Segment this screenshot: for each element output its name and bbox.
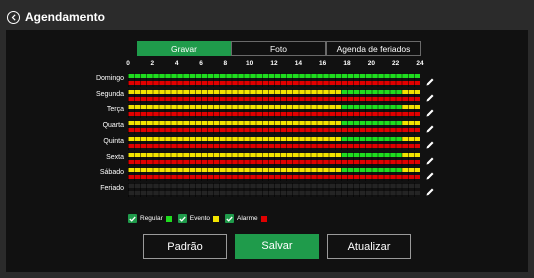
legend-label-event: Evento	[189, 215, 211, 222]
tab-bar: Gravar Foto Agenda de feriados	[137, 41, 421, 56]
tab-snapshot[interactable]: Foto	[231, 41, 326, 56]
hour-label: 8	[223, 60, 228, 67]
alarm-segment	[128, 81, 420, 85]
hour-label: 4	[174, 60, 179, 67]
checkmark-icon	[226, 216, 233, 222]
schedule-row[interactable]	[128, 73, 420, 87]
day-label: Feriado	[100, 184, 124, 192]
schedule-row[interactable]	[128, 135, 420, 150]
event-segment	[401, 105, 420, 110]
refresh-button[interactable]: Atualizar	[327, 234, 411, 259]
event-segment	[401, 152, 420, 157]
hour-label: 24	[416, 60, 424, 67]
event-segment	[128, 136, 341, 141]
legend-alarm: Alarme	[225, 214, 267, 223]
event-segment	[401, 168, 420, 173]
event-segment	[128, 168, 341, 173]
pencil-icon[interactable]	[425, 74, 435, 86]
schedule-row[interactable]	[128, 104, 420, 119]
event-segment	[128, 89, 341, 94]
schedule-row[interactable]	[128, 151, 420, 166]
alarm-segment	[128, 112, 420, 117]
legend-label-regular: Regular	[140, 215, 163, 222]
pencil-icon[interactable]	[425, 153, 435, 164]
regular-segment	[340, 121, 402, 126]
day-label: Sexta	[106, 153, 124, 161]
hour-label: 20	[367, 60, 375, 67]
pencil-icon[interactable]	[425, 90, 435, 102]
pencil-icon[interactable]	[425, 137, 435, 149]
event-segment	[128, 121, 341, 126]
hour-label: 12	[270, 60, 278, 67]
day-label: Domingo	[95, 75, 124, 82]
event-checkbox[interactable]	[177, 214, 187, 223]
hour-label: 16	[319, 60, 327, 67]
regular-segment	[128, 74, 420, 78]
event-segment	[401, 89, 420, 94]
checkmark-icon	[129, 216, 136, 222]
back-icon[interactable]	[7, 11, 20, 24]
alarm-segment	[128, 96, 420, 101]
day-label: Quarta	[102, 122, 124, 130]
default-button[interactable]: Padrão	[143, 234, 227, 259]
event-segment	[128, 152, 341, 157]
hour-label: 18	[343, 60, 351, 67]
regular-color-swatch	[165, 215, 172, 222]
hour-scale: 0 2 4 6 8 10 12 14 16 18 20 22 24	[0, 60, 534, 70]
hour-label: 10	[246, 60, 254, 67]
tab-holiday-schedule[interactable]: Agenda de feriados	[326, 41, 421, 56]
hour-label: 22	[392, 60, 400, 67]
alarm-segment	[128, 143, 420, 148]
pencil-icon[interactable]	[425, 105, 435, 117]
day-label: Sábado	[99, 169, 124, 177]
hour-label: 2	[150, 60, 155, 67]
pencil-icon[interactable]	[425, 168, 435, 180]
regular-segment	[340, 136, 402, 141]
day-label: Quinta	[103, 137, 124, 145]
event-segment	[401, 121, 420, 126]
page-title: Agendamento	[25, 10, 106, 24]
regular-segment	[340, 89, 402, 94]
day-label: Terça	[106, 106, 124, 114]
regular-segment	[340, 168, 402, 173]
hour-label: 6	[199, 60, 203, 67]
event-segment	[401, 136, 420, 141]
schedule-row[interactable]	[128, 167, 420, 182]
checkmark-icon	[179, 216, 186, 222]
schedule-row[interactable]	[128, 120, 420, 135]
hour-label: 0	[126, 60, 130, 67]
legend-regular: Regular	[128, 214, 172, 223]
regular-segment	[340, 105, 402, 110]
event-segment	[128, 105, 341, 110]
pencil-icon[interactable]	[425, 184, 435, 196]
tab-record[interactable]: Gravar	[137, 41, 231, 56]
legend: Regular Evento Alarme	[128, 214, 273, 223]
schedule-row[interactable]	[128, 88, 420, 103]
regular-checkbox[interactable]	[128, 214, 137, 223]
save-button[interactable]: Salvar	[235, 234, 319, 259]
hour-label: 14	[294, 60, 302, 67]
regular-segment	[340, 152, 402, 157]
alarm-segment	[128, 159, 420, 164]
schedule-row[interactable]	[128, 182, 420, 197]
legend-label-alarm: Alarme	[237, 215, 258, 222]
legend-event: Evento	[177, 214, 220, 223]
empty-lane	[128, 190, 420, 195]
pencil-icon[interactable]	[425, 121, 435, 133]
event-color-swatch	[213, 215, 220, 222]
day-label: Segunda	[95, 90, 124, 98]
alarm-checkbox[interactable]	[225, 214, 235, 223]
empty-lane	[128, 183, 420, 188]
alarm-segment	[128, 128, 420, 133]
alarm-color-swatch	[260, 215, 267, 222]
alarm-segment	[128, 175, 420, 180]
